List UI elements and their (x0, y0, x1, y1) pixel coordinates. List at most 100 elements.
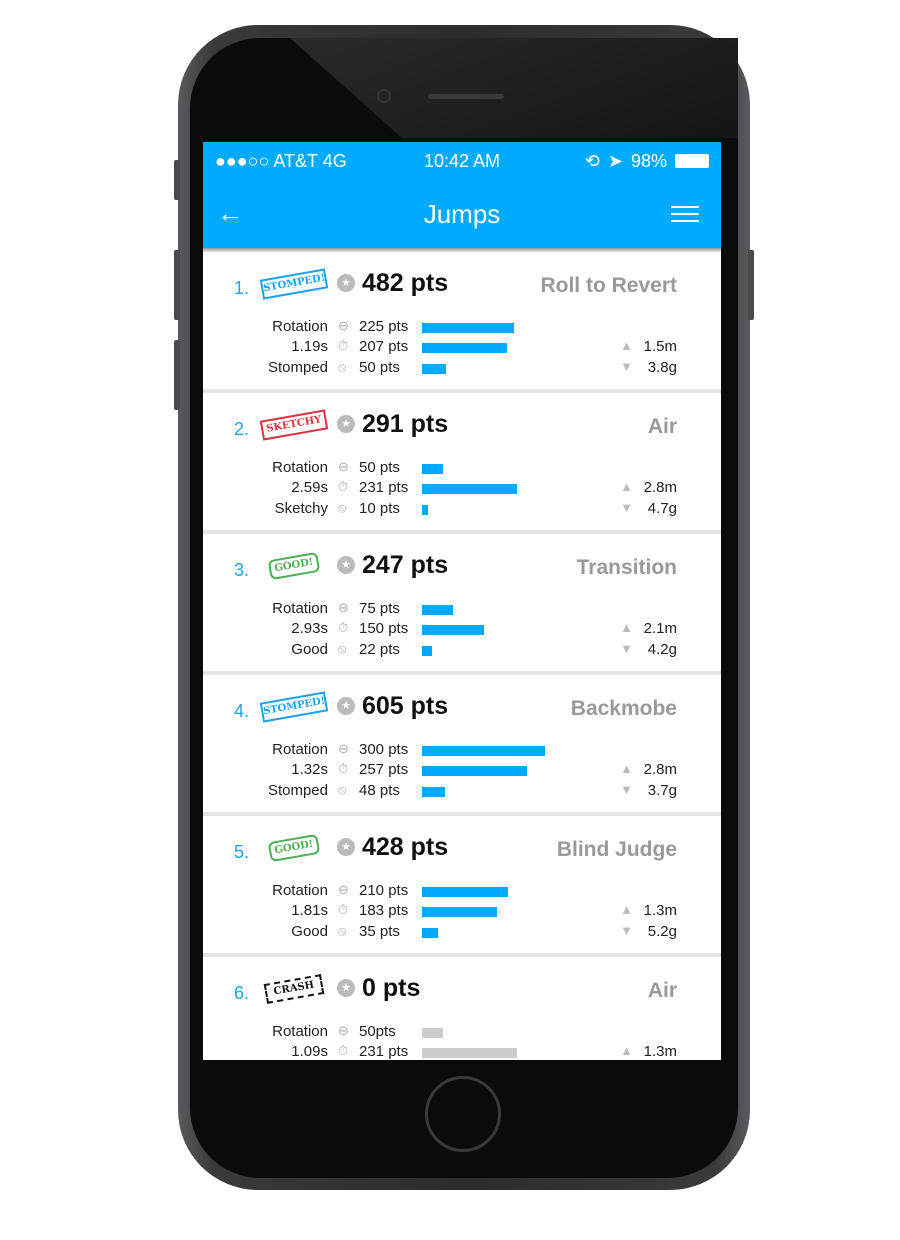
star-icon[interactable]: ★ (337, 697, 355, 715)
gforce-icon: ▼ (620, 500, 633, 515)
total-points: 482 pts (362, 269, 449, 297)
star-icon[interactable]: ★ (337, 274, 355, 292)
g-force: 3.8g (647, 359, 677, 376)
stopwatch-icon: ⏱ (338, 620, 349, 635)
airtime: 1.09s (291, 1043, 328, 1060)
total-points: 605 pts (362, 692, 449, 720)
jump-card[interactable]: 3. GOOD! ★ 247 pts Transition Rotation ⊖… (203, 534, 721, 671)
stopwatch-icon: ⏱ (338, 902, 349, 917)
jump-height: 1.3m (643, 1043, 677, 1060)
jump-index: 5. (234, 842, 250, 862)
rotation-label: Rotation (272, 600, 328, 617)
airtime: 1.32s (291, 761, 328, 778)
trick-name: Transition (576, 556, 677, 579)
airtime-points: 207 pts (359, 338, 409, 355)
rotation-points: 300 pts (359, 741, 409, 758)
landing-points: 22 pts (359, 641, 400, 658)
landing-row: Stomped ⦸ 50 pts ▼ 3.8g (203, 359, 721, 379)
earpiece-speaker (428, 94, 504, 99)
jump-card[interactable]: 2. SKETCHY ★ 291 pts Air Rotation ⊖ 50 p… (203, 393, 721, 530)
trick-name: Roll to Revert (540, 274, 677, 297)
jump-list[interactable]: 1. STOMPED! ★ 482 pts Roll to Revert Rot… (203, 248, 721, 1060)
jump-height: 1.5m (643, 338, 677, 355)
airtime-row: 2.59s ⏱ 231 pts ▲ 2.8m (203, 479, 721, 499)
landing-stamp: STOMPED! (259, 268, 329, 300)
rotation-icon: ⊖ (338, 459, 349, 474)
rotation-icon: ⊖ (338, 1023, 349, 1038)
height-icon: ▲ (620, 761, 633, 776)
landing-row: Good ⦸ 35 pts ▼ 5.2g (203, 923, 721, 943)
landing-icon: ⦸ (338, 923, 347, 938)
rotation-label: Rotation (272, 882, 328, 899)
status-bar: ●●●○○ AT&T 4G 10:42 AM ⟲ ➤ 98% (203, 142, 721, 180)
rotation-bar (422, 605, 453, 615)
landing-bar (422, 646, 433, 656)
rotation-icon: ⊖ (338, 600, 349, 615)
app-header: ← Jumps (203, 180, 721, 248)
total-points: 0 pts (362, 974, 421, 1002)
jump-card[interactable]: 1. STOMPED! ★ 482 pts Roll to Revert Rot… (203, 252, 721, 389)
trick-name: Air (647, 979, 677, 1002)
rotation-bar (422, 323, 515, 333)
rotation-row: Rotation ⊖ 210 pts (203, 882, 721, 902)
jump-card[interactable]: 5. GOOD! ★ 428 pts Blind Judge Rotation … (203, 816, 721, 953)
battery-icon (675, 154, 709, 168)
landing-icon: ⦸ (338, 500, 347, 515)
jump-card[interactable]: 6. CRASH ★ 0 pts Air Rotation ⊖ 50pts 1.… (203, 957, 721, 1060)
airtime-row: 1.81s ⏱ 183 pts ▲ 1.3m (203, 902, 721, 922)
airtime-points: 231 pts (359, 479, 409, 496)
landing-points: 50 pts (359, 359, 400, 376)
rotation-points: 50pts (359, 1023, 396, 1040)
rotation-label: Rotation (272, 459, 328, 476)
volume-down-button (174, 340, 180, 410)
height-icon: ▲ (620, 1043, 633, 1058)
rotation-label: Rotation (272, 318, 328, 335)
rotation-bar (422, 746, 545, 756)
height-icon: ▲ (620, 902, 633, 917)
total-points: 291 pts (362, 410, 449, 438)
stopwatch-icon: ⏱ (338, 1043, 349, 1058)
sliders-icon[interactable] (671, 206, 699, 227)
rotation-bar (422, 1028, 443, 1038)
g-force: 5.2g (647, 923, 677, 940)
landing-stamp: CRASH (263, 974, 325, 1004)
star-icon[interactable]: ★ (337, 556, 355, 574)
airtime-points: 183 pts (359, 902, 409, 919)
star-icon[interactable]: ★ (337, 838, 355, 856)
jump-height: 2.8m (643, 479, 677, 496)
total-points: 247 pts (362, 551, 449, 579)
jump-card[interactable]: 4. STOMPED! ★ 605 pts Backmobe Rotation … (203, 675, 721, 812)
rotation-row: Rotation ⊖ 50pts (203, 1023, 721, 1043)
rotation-bar (422, 464, 443, 474)
power-button (748, 250, 754, 320)
landing-points: 35 pts (359, 923, 400, 940)
airtime-points: 257 pts (359, 761, 409, 778)
stopwatch-icon: ⏱ (338, 479, 349, 494)
airtime-row: 1.19s ⏱ 207 pts ▲ 1.5m (203, 338, 721, 358)
trick-name: Air (647, 415, 677, 438)
star-icon[interactable]: ★ (337, 415, 355, 433)
gforce-icon: ▼ (620, 359, 633, 374)
airtime-bar (422, 766, 528, 776)
landing-points: 10 pts (359, 500, 400, 517)
home-button[interactable] (425, 1076, 501, 1152)
jump-index: 6. (234, 983, 250, 1003)
landing-icon: ⦸ (338, 782, 347, 797)
jump-index: 3. (234, 560, 250, 580)
rotation-row: Rotation ⊖ 300 pts (203, 741, 721, 761)
page-title: Jumps (423, 198, 501, 229)
jump-height: 1.3m (643, 902, 677, 919)
landing-stamp: SKETCHY (259, 409, 329, 441)
landing-label: Sketchy (274, 500, 328, 517)
landing-icon: ⦸ (338, 359, 347, 374)
gforce-icon: ▼ (620, 782, 633, 797)
landing-bar (422, 505, 428, 515)
airtime: 2.93s (291, 620, 328, 637)
rotation-icon: ⊖ (338, 318, 349, 333)
trick-name: Backmobe (570, 697, 677, 720)
stopwatch-icon: ⏱ (338, 338, 349, 353)
arrow-left-icon[interactable]: ← (217, 198, 243, 229)
landing-row: Stomped ⦸ 48 pts ▼ 3.7g (203, 782, 721, 802)
screen: ●●●○○ AT&T 4G 10:42 AM ⟲ ➤ 98% ← Jumps 1… (203, 142, 721, 1060)
star-icon[interactable]: ★ (337, 979, 355, 997)
